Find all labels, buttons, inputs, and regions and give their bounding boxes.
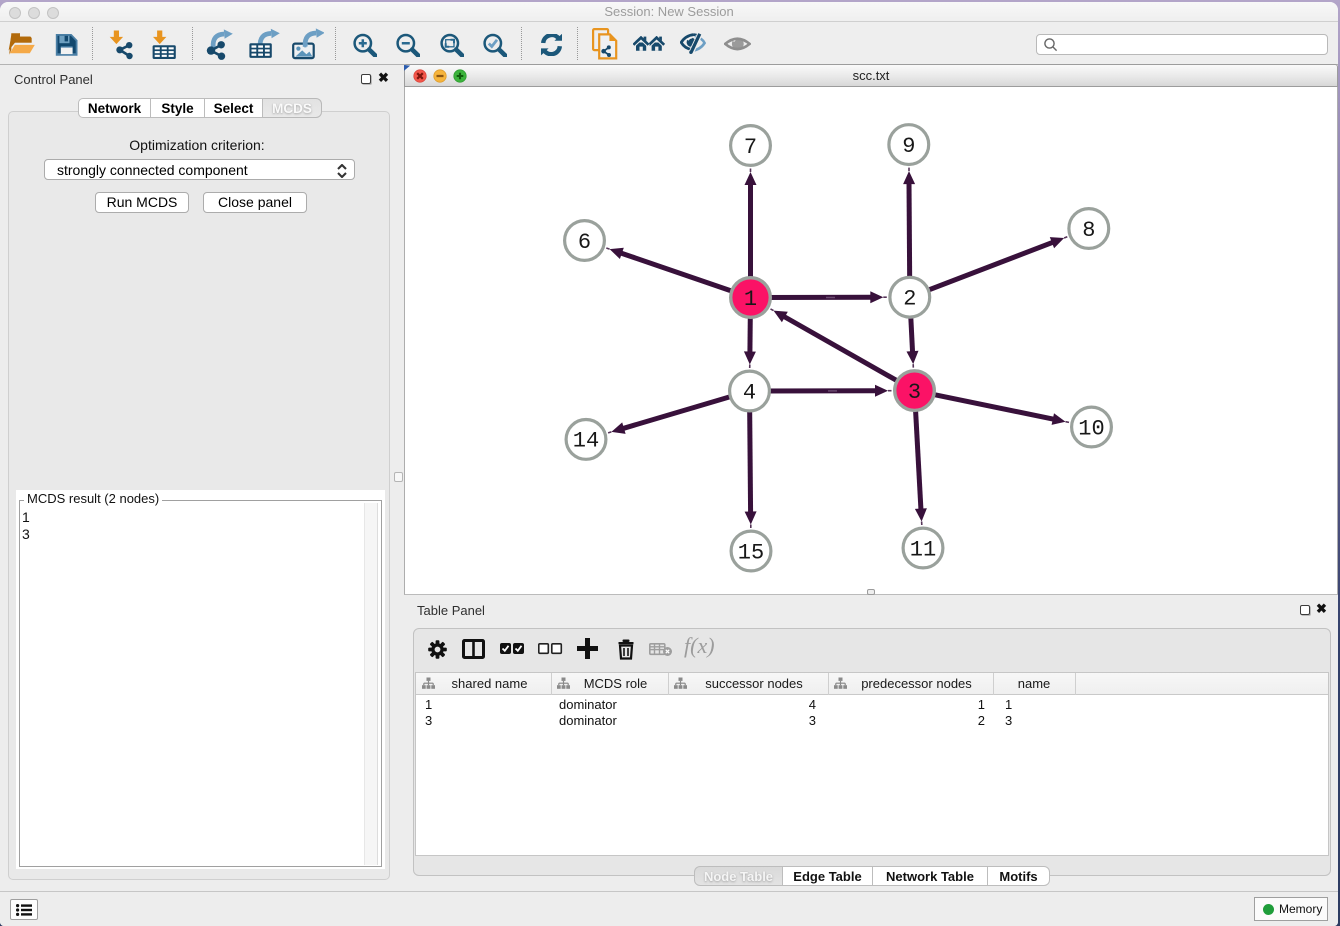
svg-text:4: 4 — [743, 380, 756, 405]
svg-text:8: 8 — [1082, 218, 1095, 243]
svg-text:11: 11 — [910, 537, 936, 562]
svg-text:1: 1 — [744, 287, 757, 312]
svg-text:7: 7 — [744, 135, 757, 160]
svg-text:10: 10 — [1078, 416, 1104, 441]
svg-text:3: 3 — [908, 380, 921, 405]
svg-text:15: 15 — [738, 540, 764, 565]
svg-text:9: 9 — [902, 134, 915, 159]
svg-text:14: 14 — [573, 429, 599, 454]
svg-text:6: 6 — [578, 230, 591, 255]
svg-text:2: 2 — [903, 287, 916, 312]
